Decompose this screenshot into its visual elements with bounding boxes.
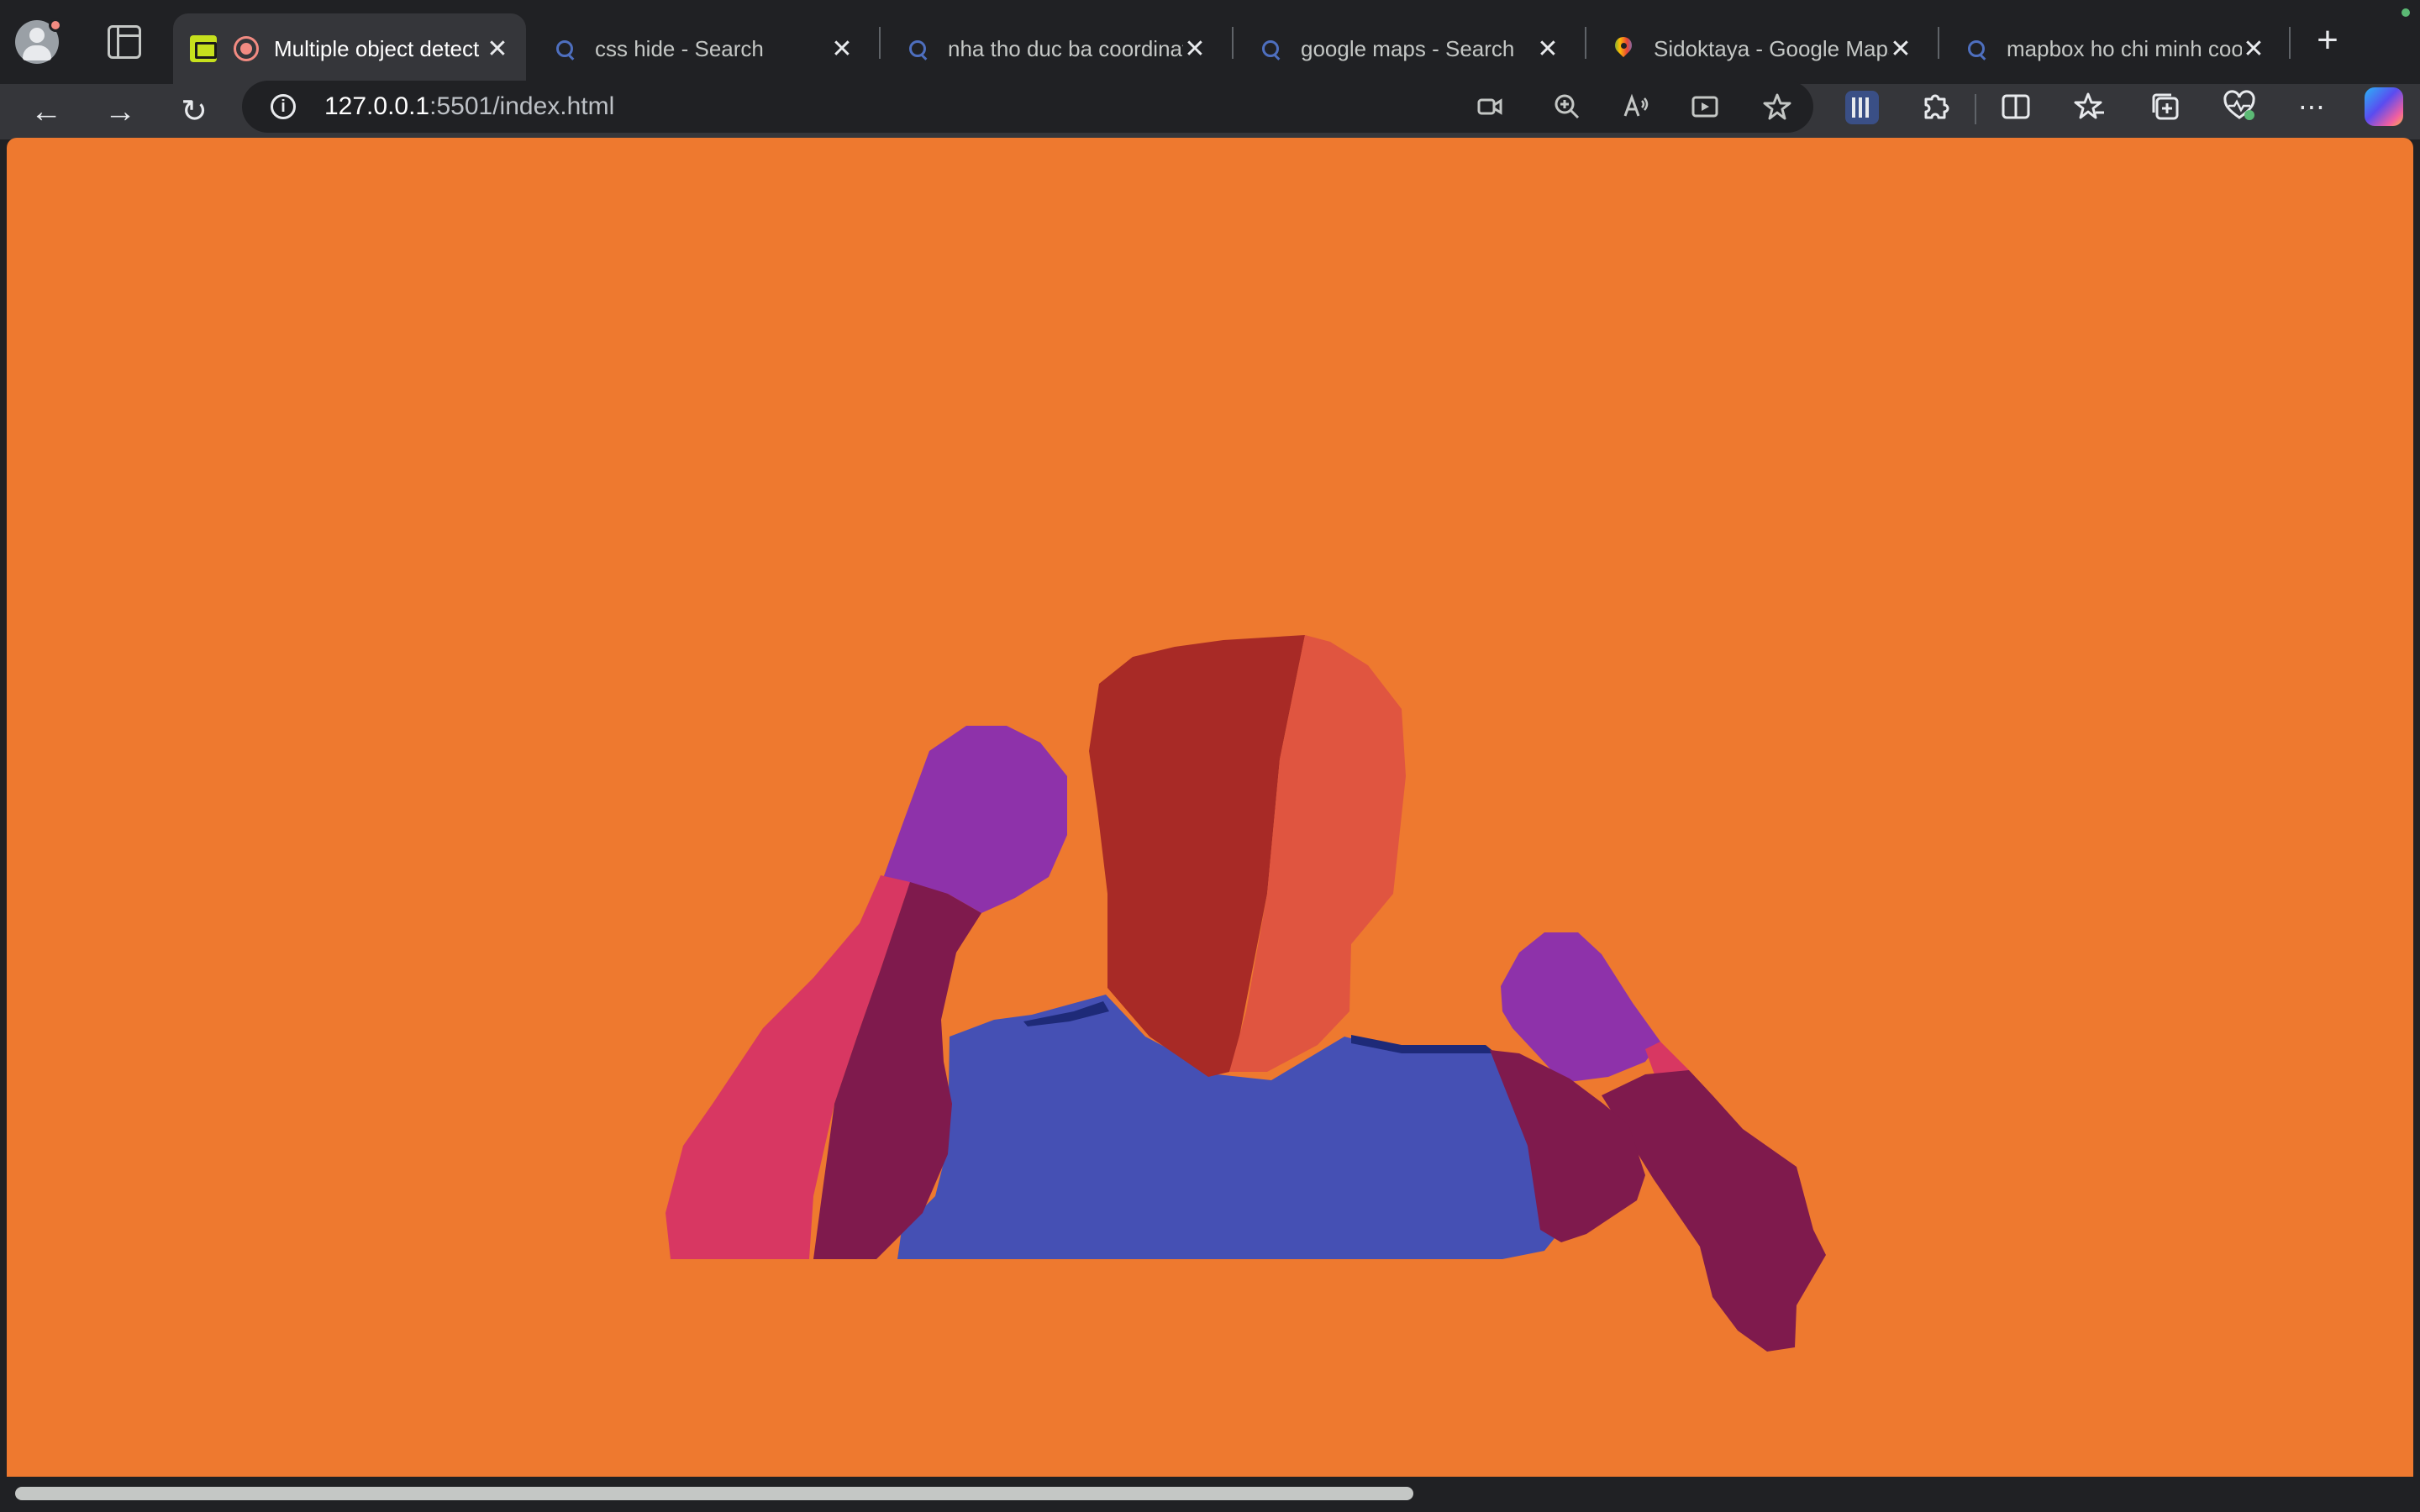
tab-separator	[2289, 27, 2291, 59]
reload-button[interactable]: ↻	[175, 92, 213, 131]
site-info-icon[interactable]: i	[271, 94, 296, 119]
scrollbar-thumb[interactable]	[15, 1487, 1413, 1500]
tab-separator	[879, 27, 881, 59]
profile-notification-dot	[49, 18, 62, 32]
collections-icon[interactable]	[2146, 87, 2185, 126]
tab-separator	[1232, 27, 1234, 59]
browser-window: Multiple object detect ✕ css hide - Sear…	[0, 0, 2420, 1512]
tab-close-icon[interactable]: ✕	[486, 34, 509, 64]
search-icon	[1257, 35, 1284, 62]
settings-more-button[interactable]: ⋯	[2292, 87, 2331, 126]
favorite-star-icon[interactable]	[1761, 91, 1793, 123]
back-button[interactable]: ←	[27, 92, 66, 131]
url-host: 127.0.0.1	[324, 92, 430, 120]
browser-essentials-icon[interactable]	[2220, 87, 2259, 126]
new-tab-button[interactable]: +	[2307, 20, 2348, 60]
horizontal-scrollbar[interactable]	[7, 1477, 2413, 1512]
read-aloud-icon[interactable]	[1620, 91, 1652, 123]
profile-head	[29, 28, 45, 43]
google-maps-icon	[1610, 35, 1637, 62]
tab-close-icon[interactable]: ✕	[1889, 34, 1912, 64]
split-screen-icon[interactable]	[1996, 87, 2035, 126]
camera-icon[interactable]	[1474, 91, 1506, 123]
tab-css-hide-search[interactable]: css hide - Search ✕	[534, 13, 871, 84]
tab-actions-icon[interactable]	[108, 25, 141, 59]
segment-right-forearm	[1602, 1070, 1826, 1352]
tab-title: mapbox ho chi minh coord	[2007, 35, 2242, 61]
page-viewport	[7, 138, 2413, 1477]
search-icon	[904, 35, 931, 62]
toolbar-divider	[1975, 94, 1976, 124]
tab-close-icon[interactable]: ✕	[2242, 34, 2265, 64]
tab-close-icon[interactable]: ✕	[1536, 34, 1560, 64]
immersive-reader-icon[interactable]	[1689, 91, 1721, 123]
search-icon	[551, 35, 578, 62]
tab-title: css hide - Search	[595, 35, 764, 61]
tab-google-maps-search[interactable]: google maps - Search ✕	[1240, 13, 1576, 84]
tab-nha-tho-duc-ba[interactable]: nha tho duc ba coordinate ✕	[887, 13, 1223, 84]
favorites-icon[interactable]	[2070, 87, 2109, 126]
tab-title: Multiple object detect	[274, 35, 480, 61]
search-icon	[1963, 35, 1990, 62]
zoom-icon[interactable]	[1551, 91, 1583, 123]
tab-sidoktaya-google-maps[interactable]: Sidoktaya - Google Maps ✕	[1593, 13, 1929, 84]
tab-strip: Multiple object detect ✕ css hide - Sear…	[0, 0, 2420, 84]
tab-mapbox-ho-chi-minh[interactable]: mapbox ho chi minh coord ✕	[1946, 13, 2282, 84]
url-path: :5501/index.html	[429, 92, 615, 120]
segmentation-mask-canvas	[666, 635, 1826, 1352]
copilot-icon[interactable]	[2365, 87, 2403, 126]
qr-extension-icon[interactable]	[1845, 91, 1879, 124]
extensions-puzzle-icon[interactable]	[1916, 87, 1954, 126]
address-bar[interactable]: i 127.0.0.1:5501/index.html	[242, 81, 1813, 133]
tab-title: Sidoktaya - Google Maps	[1654, 35, 1889, 61]
tab-close-icon[interactable]: ✕	[1183, 34, 1207, 64]
update-indicator	[2402, 8, 2410, 17]
profile-avatar-icon[interactable]	[15, 18, 62, 64]
profile-body	[23, 45, 51, 60]
recording-icon	[234, 36, 259, 61]
live-server-icon	[190, 35, 217, 62]
tab-separator	[1585, 27, 1586, 59]
tab-close-icon[interactable]: ✕	[830, 34, 854, 64]
tab-multiple-object-detection[interactable]: Multiple object detect ✕	[173, 13, 526, 84]
url-text[interactable]: 127.0.0.1:5501/index.html	[324, 92, 614, 121]
tab-title: google maps - Search	[1301, 35, 1515, 61]
tab-title: nha tho duc ba coordinate	[948, 35, 1183, 61]
tab-separator	[1938, 27, 1939, 59]
forward-button[interactable]: →	[101, 92, 139, 131]
